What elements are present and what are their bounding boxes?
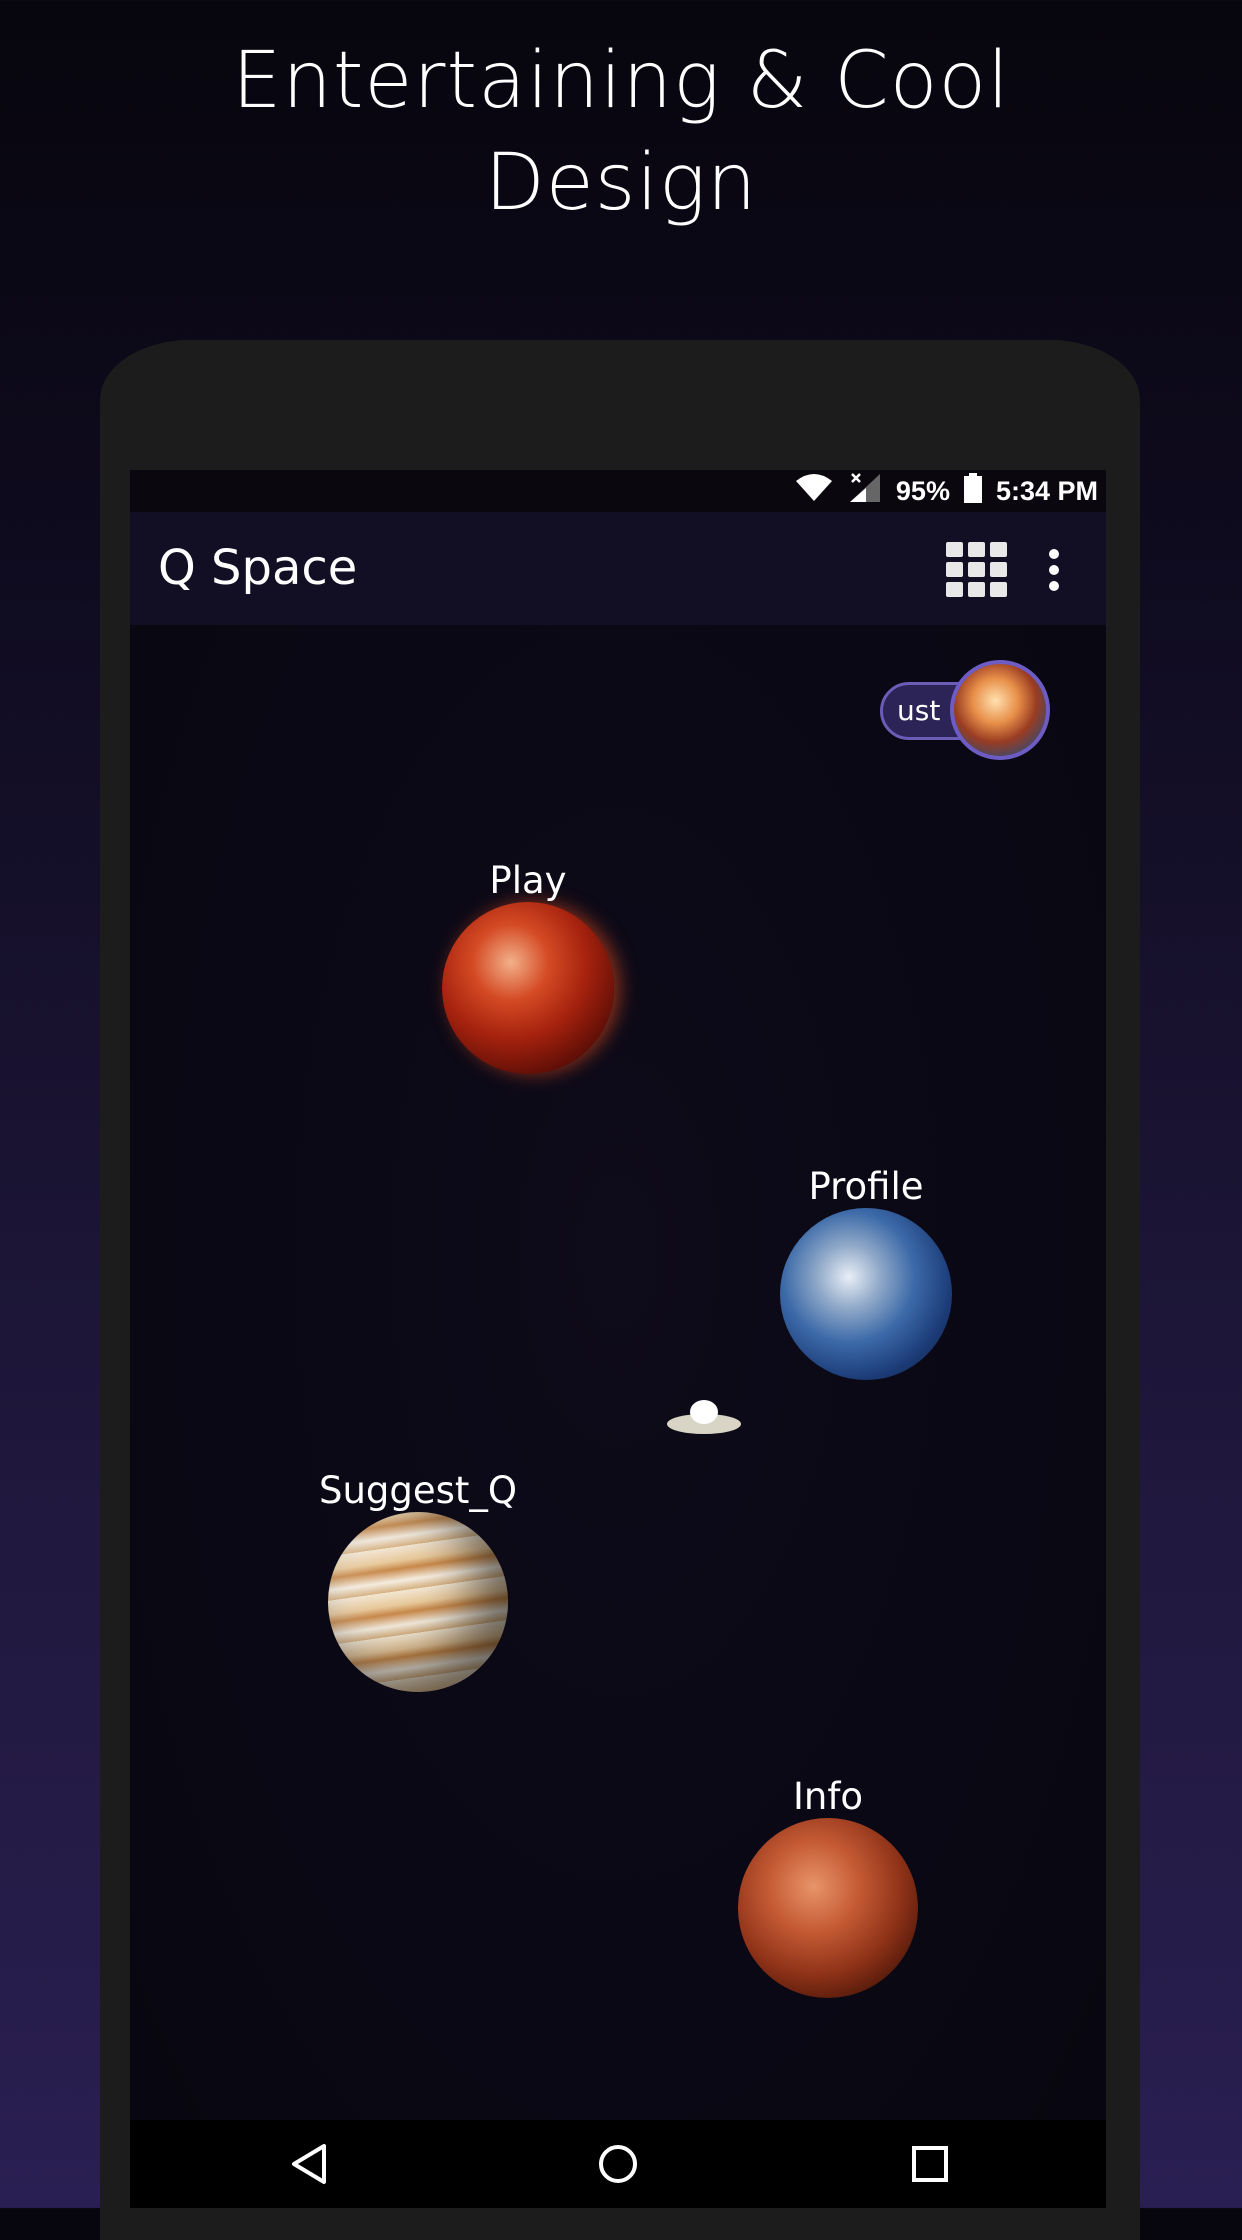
- earth-icon: [780, 1208, 952, 1380]
- home-icon[interactable]: [588, 2134, 648, 2194]
- ufo-icon: [666, 1398, 742, 1438]
- planet-suggest-q[interactable]: Suggest_Q: [318, 1470, 518, 1692]
- user-chip[interactable]: ust: [880, 660, 1052, 760]
- planet-play-label: Play: [489, 859, 567, 902]
- user-name: ust: [897, 694, 941, 727]
- planet-play[interactable]: Play: [438, 860, 618, 1074]
- navigation-bar: [130, 2120, 1106, 2208]
- battery-icon: [963, 472, 982, 510]
- phone-screen: 95% 5:34 PM Q Space ust Play Profile Sug…: [130, 470, 1106, 2208]
- app-title: Q Space: [158, 540, 358, 596]
- headline-line-2: Design: [484, 138, 758, 228]
- more-vert-icon[interactable]: [1044, 546, 1064, 594]
- grid-icon[interactable]: [946, 542, 1008, 598]
- red-planet-icon: [442, 902, 614, 1074]
- wifi-icon: [794, 473, 834, 510]
- jupiter-icon: [328, 1512, 508, 1692]
- avatar[interactable]: [950, 660, 1050, 760]
- back-icon[interactable]: [280, 2134, 340, 2194]
- headline-line-1: Entertaining & Cool: [232, 36, 1010, 126]
- promo-headline: Entertaining & Cool Design: [0, 30, 1242, 234]
- recents-icon[interactable]: [900, 2134, 960, 2194]
- signal-icon: [848, 472, 882, 511]
- planet-info[interactable]: Info: [738, 1776, 918, 1998]
- status-time: 5:34 PM: [995, 475, 1098, 506]
- planet-profile[interactable]: Profile: [776, 1166, 956, 1380]
- planet-suggest-q-label: Suggest_Q: [318, 1469, 518, 1512]
- status-bar: 95% 5:34 PM: [130, 470, 1106, 512]
- planet-profile-label: Profile: [808, 1165, 924, 1208]
- battery-percent: 95%: [895, 475, 950, 506]
- planet-info-label: Info: [792, 1775, 864, 1818]
- app-bar: Q Space: [130, 512, 1106, 625]
- mars-icon: [738, 1818, 918, 1998]
